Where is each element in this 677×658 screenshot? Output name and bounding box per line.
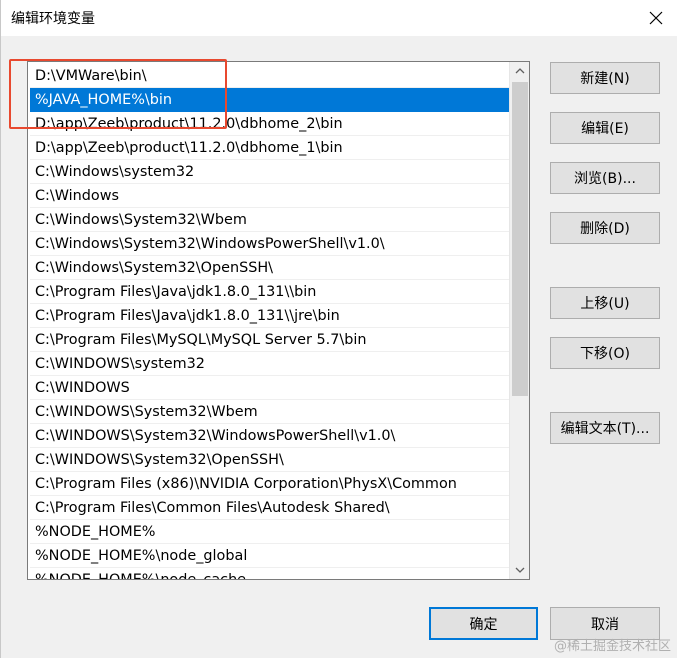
list-item[interactable]: C:\Program Files\Java\jdk1.8.0_131\\bin <box>30 280 509 304</box>
list-item[interactable]: C:\WINDOWS <box>30 376 509 400</box>
list-item[interactable]: C:\WINDOWS\System32\OpenSSH\ <box>30 448 509 472</box>
list-item[interactable]: %NODE_HOME% <box>30 520 509 544</box>
list-item[interactable]: C:\Program Files\Java\jdk1.8.0_131\\jre\… <box>30 304 509 328</box>
watermark: @稀土掘金技术社区 <box>553 639 671 654</box>
list-item[interactable]: C:\WINDOWS\system32 <box>30 352 509 376</box>
scroll-down-button[interactable] <box>510 561 529 579</box>
list-item[interactable]: C:\Windows\System32\OpenSSH\ <box>30 256 509 280</box>
vertical-scrollbar[interactable] <box>509 62 529 579</box>
list-item[interactable]: C:\Windows <box>30 184 509 208</box>
dialog-title: 编辑环境变量 <box>11 11 95 27</box>
list-item[interactable]: C:\Windows\system32 <box>30 160 509 184</box>
list-item[interactable]: C:\WINDOWS\System32\WindowsPowerShell\v1… <box>30 424 509 448</box>
list-item[interactable]: C:\WINDOWS\System32\Wbem <box>30 400 509 424</box>
delete-button[interactable]: 删除(D) <box>550 212 660 244</box>
list-item[interactable]: %JAVA_HOME%\bin <box>30 88 509 112</box>
path-list-items: D:\VMWare\bin\ %JAVA_HOME%\bin D:\app\Zeeb… <box>28 62 509 579</box>
move-down-button[interactable]: 下移(O) <box>550 337 660 369</box>
scroll-up-button[interactable] <box>510 62 529 80</box>
list-item[interactable]: D:\app\Zeeb\product\11.2.0\dbhome_1\bin <box>30 136 509 160</box>
title-bar: 编辑环境变量 <box>1 0 677 36</box>
list-item[interactable]: C:\Program Files\Common Files\Autodesk S… <box>30 496 509 520</box>
edit-button[interactable]: 编辑(E) <box>550 112 660 144</box>
path-list[interactable]: D:\VMWare\bin\ %JAVA_HOME%\bin D:\app\Zeeb… <box>27 61 530 580</box>
list-item[interactable]: %NODE_HOME%\node_global <box>30 544 509 568</box>
chevron-down-icon <box>515 567 525 573</box>
list-item[interactable]: C:\Windows\System32\WindowsPowerShell\v1… <box>30 232 509 256</box>
browse-button[interactable]: 浏览(B)... <box>550 162 660 194</box>
list-item[interactable]: C:\Program Files\MySQL\MySQL Server 5.7\… <box>30 328 509 352</box>
list-item[interactable]: %NODE_HOME%\node_cache <box>30 568 509 579</box>
list-item[interactable]: D:\app\Zeeb\product\11.2.0\dbhome_2\bin <box>30 112 509 136</box>
scrollbar-thumb[interactable] <box>512 82 528 396</box>
close-button[interactable] <box>644 6 668 30</box>
edit-text-button[interactable]: 编辑文本(T)... <box>550 412 660 444</box>
list-item[interactable]: C:\Windows\System32\Wbem <box>30 208 509 232</box>
chevron-up-icon <box>515 68 525 74</box>
move-up-button[interactable]: 上移(U) <box>550 287 660 319</box>
list-item[interactable]: C:\Program Files (x86)\NVIDIA Corporatio… <box>30 472 509 496</box>
ok-button[interactable]: 确定 <box>429 607 538 640</box>
close-icon <box>649 11 663 25</box>
list-item[interactable]: D:\VMWare\bin\ <box>30 64 509 88</box>
new-button[interactable]: 新建(N) <box>550 62 660 94</box>
edit-env-var-dialog: 编辑环境变量 D:\VMWare\bin\ %JAVA_HOME%\bin D:\a… <box>0 0 677 658</box>
